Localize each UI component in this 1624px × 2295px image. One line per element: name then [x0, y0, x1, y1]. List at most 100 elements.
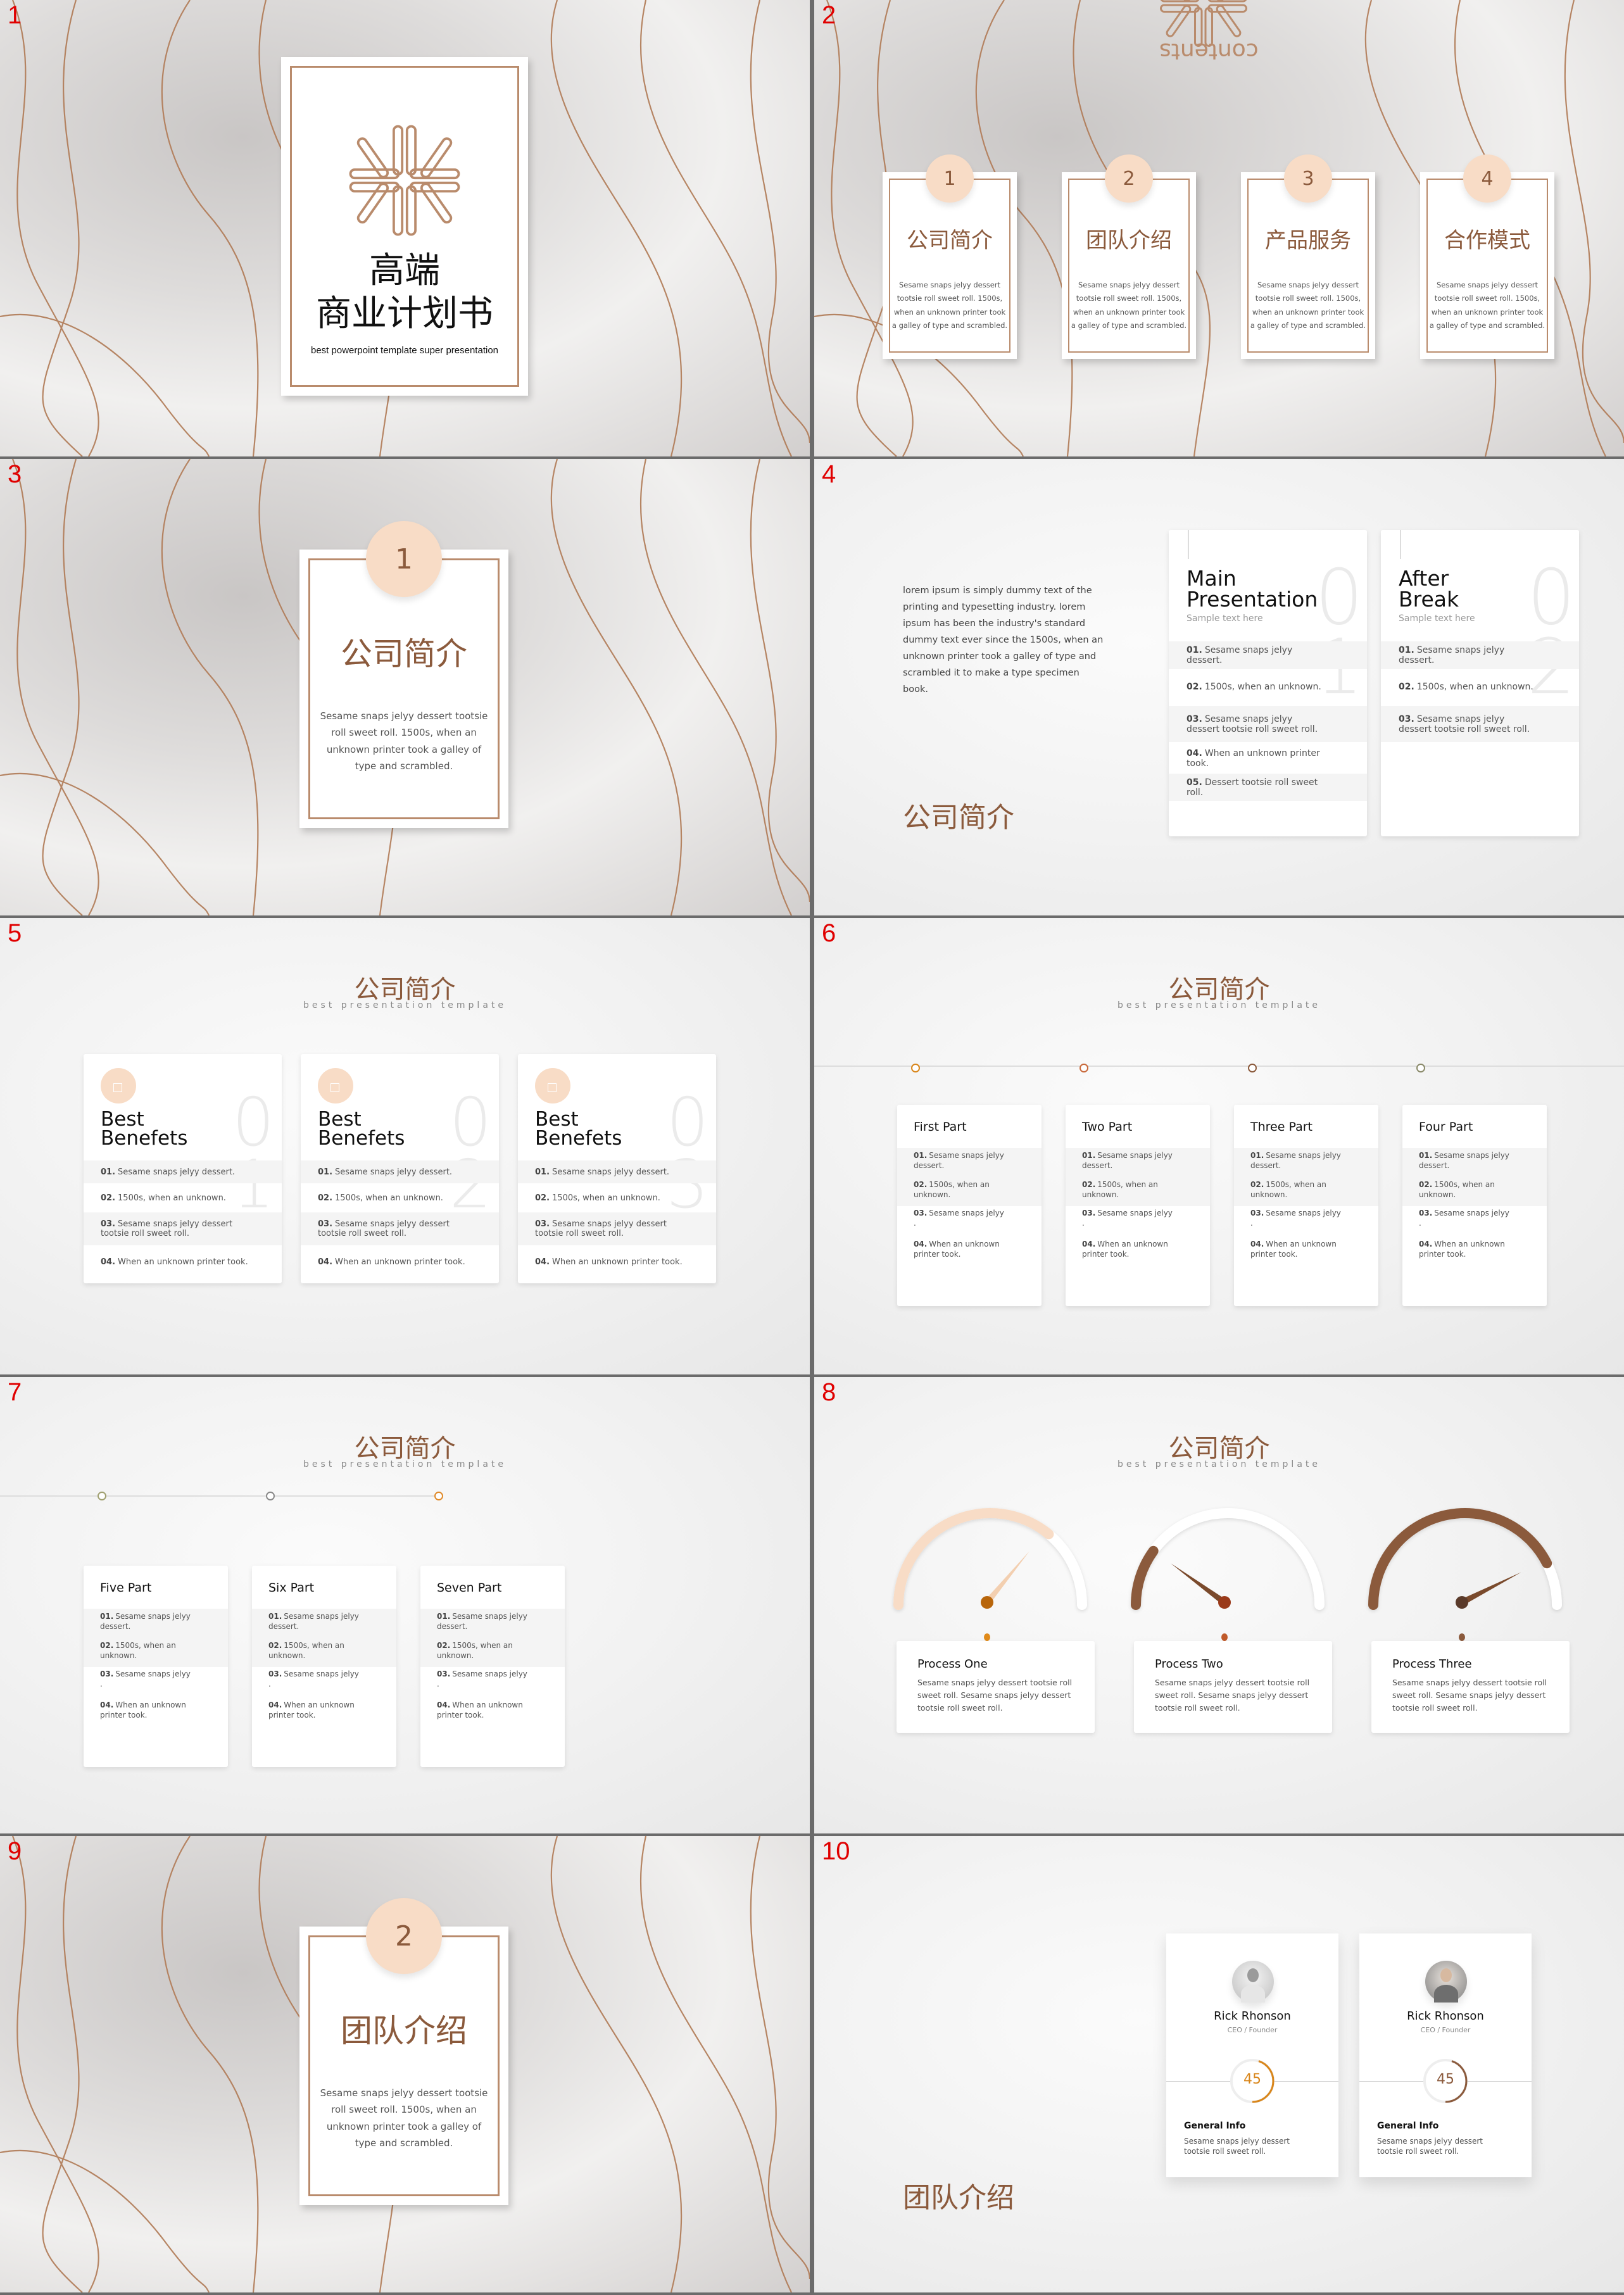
slide-7[interactable]: 7 公司简介 best presentation template Five P… [0, 1377, 810, 1833]
list-item: 01. Sesame snaps jelyy dessert. [420, 1609, 565, 1634]
list-item: 03. Sesame snaps jelyy dessert tootsie ro… [301, 1212, 499, 1245]
part-card: Six Part 01. Sesame snaps jelyy dessert. 02… [252, 1566, 396, 1767]
bg-number-top: 0 [232, 1084, 275, 1161]
item-number: 01. [1399, 645, 1414, 655]
section-number-badge: 1 [366, 521, 442, 597]
slide-6[interactable]: 6 公司简介 best presentation template First … [814, 918, 1624, 1374]
item-text: 1500s, when an unknown. [1416, 682, 1533, 692]
slide-2[interactable]: 2 contents 1 公司简介 Sesame snaps jelyy desse… [814, 0, 1624, 456]
gauge-pin [1221, 1633, 1228, 1641]
part-title: Seven Part [437, 1581, 502, 1595]
item-number: 01. [1250, 1150, 1264, 1160]
bg-number-top: 0 [1314, 554, 1364, 642]
member-role: CEO / Founder [1420, 2026, 1471, 2034]
person-icon [1440, 1968, 1452, 1982]
list-item: 03. Sesame snaps jelyy dessert tootsie ro… [518, 1212, 716, 1245]
item-number: 02. [318, 1193, 333, 1203]
item-text: Sesame snaps jelyy dessert. [437, 1611, 527, 1631]
item-number: 03. [101, 1219, 116, 1229]
list-item: 01. Sesame snaps jelyy dessert. [84, 1609, 228, 1634]
process-card: Process One Sesame snaps jelyy dessert to… [897, 1641, 1095, 1733]
item-number: 02. [100, 1640, 114, 1650]
slide-8[interactable]: 8 公司简介 best presentation template Proces… [814, 1377, 1624, 1833]
gauge-hub [1218, 1596, 1231, 1609]
info-title: General Info [1377, 2121, 1439, 2131]
avatar [1232, 1961, 1274, 2003]
item-number: 01. [268, 1611, 282, 1621]
contents-card[interactable]: 3 产品服务 Sesame snaps jelyy dessert tootsie … [1241, 154, 1375, 359]
title-line-2: 商业计划书 [316, 293, 493, 334]
list-item: 01. Sesame snaps jelyy dessert. [1169, 641, 1367, 669]
benefit-card: 0 2 Best Benefets 01. Sesame snaps jelyy dess… [301, 1054, 499, 1283]
item-number: 03. [437, 1669, 451, 1678]
contents-number-badge: 1 [926, 154, 974, 203]
process-card: Process Two Sesame snaps jelyy dessert to… [1134, 1641, 1332, 1733]
slide-4[interactable]: 4 lorem ipsum is simply dummy text of th… [814, 459, 1624, 915]
gauge-track [893, 1508, 1087, 1610]
section-card: 1 公司简介 Sesame snaps jelyy dessert tootsi… [299, 521, 508, 828]
benefit-card: 0 1 Best Benefets 01. Sesame snaps jelyy dess… [84, 1054, 282, 1283]
process-title: Process Two [1155, 1657, 1223, 1671]
score-value: 45 [1437, 2072, 1454, 2087]
card-title-line-2: Benefets [535, 1127, 622, 1150]
part-title: Four Part [1419, 1120, 1473, 1134]
part-title: Three Part [1250, 1120, 1312, 1134]
slide-5[interactable]: 5 公司简介 best presentation template 0 1 Best… [0, 918, 810, 1374]
section-card: 2 团队介绍 Sesame snaps jelyy dessert tootsi… [299, 1898, 508, 2205]
item-text: Sesame snaps jelyy dessert tootsie roll … [1187, 714, 1318, 734]
item-number: 02. [1082, 1179, 1096, 1189]
info-text: Sesame snaps jelyy dessert tootsie roll … [1184, 2137, 1290, 2156]
gauge-fill [1131, 1545, 1159, 1610]
contents-text: Sesame snaps jelyy dessert tootsie roll … [1250, 280, 1366, 330]
slide-1[interactable]: 1 高端 商业计划书 best powerpoint template supe… [0, 0, 810, 456]
info-title: General Info [1184, 2121, 1246, 2131]
page-subtitle: best presentation template [303, 1459, 507, 1469]
item-number: 03. [100, 1669, 114, 1678]
section-text: Sesame snaps jelyy dessert tootsie roll … [320, 2087, 488, 2149]
list-item: 03. Sesame snaps jelyy . [252, 1667, 396, 1691]
gauge-needle [1171, 1563, 1226, 1606]
list-item: 01. Sesame snaps jelyy dessert. [518, 1160, 716, 1183]
snowflake-logo-icon [344, 120, 465, 241]
contents-title: 公司简介 [907, 228, 993, 253]
item-text: When an unknown printer took. [1187, 748, 1320, 769]
timeline-dot [911, 1064, 920, 1072]
contents-card[interactable]: 4 合作模式 Sesame snaps jelyy dessert tootsie … [1420, 154, 1554, 359]
section-text: Sesame snaps jelyy dessert tootsie roll … [320, 710, 488, 772]
intro-paragraph: lorem ipsum is simply dummy text of the … [903, 586, 1104, 695]
title-card: 高端 商业计划书 best powerpoint template super … [281, 57, 528, 396]
item-number: 02. [1187, 682, 1202, 692]
item-text: 1500s, when an unknown. [1204, 682, 1321, 692]
page-subtitle: best presentation template [303, 1000, 507, 1010]
item-text: 1500s, when an unknown. [335, 1193, 443, 1203]
gauge-track [1368, 1508, 1562, 1610]
section-title: 公司简介 [903, 802, 1014, 834]
bg-number-top: 0 [1526, 554, 1576, 642]
part-card: Seven Part 01. Sesame snaps jelyy dessert.… [420, 1566, 565, 1767]
team-member-card: Rick Rhonson CEO / Founder 45 General Info S… [1166, 1933, 1338, 2177]
slide-3[interactable]: 3 1 公司简介 Sesame snaps jelyy dessert toot… [0, 459, 810, 915]
timeline-dot [1080, 1064, 1088, 1072]
item-text: Sesame snaps jelyy dessert. [1250, 1150, 1341, 1170]
card-subtitle: Sample text here [1399, 613, 1475, 624]
card-title-line-1: Best [101, 1108, 144, 1131]
slide-number: 1 [8, 1, 22, 29]
card-subtitle: Sample text here [1187, 613, 1263, 624]
item-number: 01. [1187, 645, 1202, 655]
item-number: 01. [535, 1167, 550, 1177]
item-number: 05. [1187, 777, 1202, 788]
contents-card[interactable]: 1 公司简介 Sesame snaps jelyy dessert tootsie … [883, 154, 1017, 359]
item-number: 03. [1419, 1208, 1433, 1217]
list-item: 03. Sesame snaps jelyy dessert tootsie ro… [1169, 706, 1367, 742]
item-number: 03. [914, 1208, 928, 1217]
item-number: 01. [914, 1150, 928, 1160]
member-name: Rick Rhonson [1407, 2009, 1484, 2023]
gauge [1368, 1508, 1562, 1610]
slide-10[interactable]: 10 团队介绍 Rick Rhonson CEO / Founder 45 Gener… [814, 1836, 1624, 2292]
slide-9[interactable]: 9 2 团队介绍 Sesame snaps jelyy dessert toot… [0, 1836, 810, 2292]
process-card: Process Three Sesame snaps jelyy dessert … [1371, 1641, 1570, 1733]
item-text: Sesame snaps jelyy dessert tootsie roll … [1399, 714, 1530, 734]
item-number: 04. [318, 1257, 333, 1267]
contents-card[interactable]: 2 团队介绍 Sesame snaps jelyy dessert tootsie … [1062, 154, 1196, 359]
list-item: 04. When an unknown printer took. [420, 1691, 565, 1729]
